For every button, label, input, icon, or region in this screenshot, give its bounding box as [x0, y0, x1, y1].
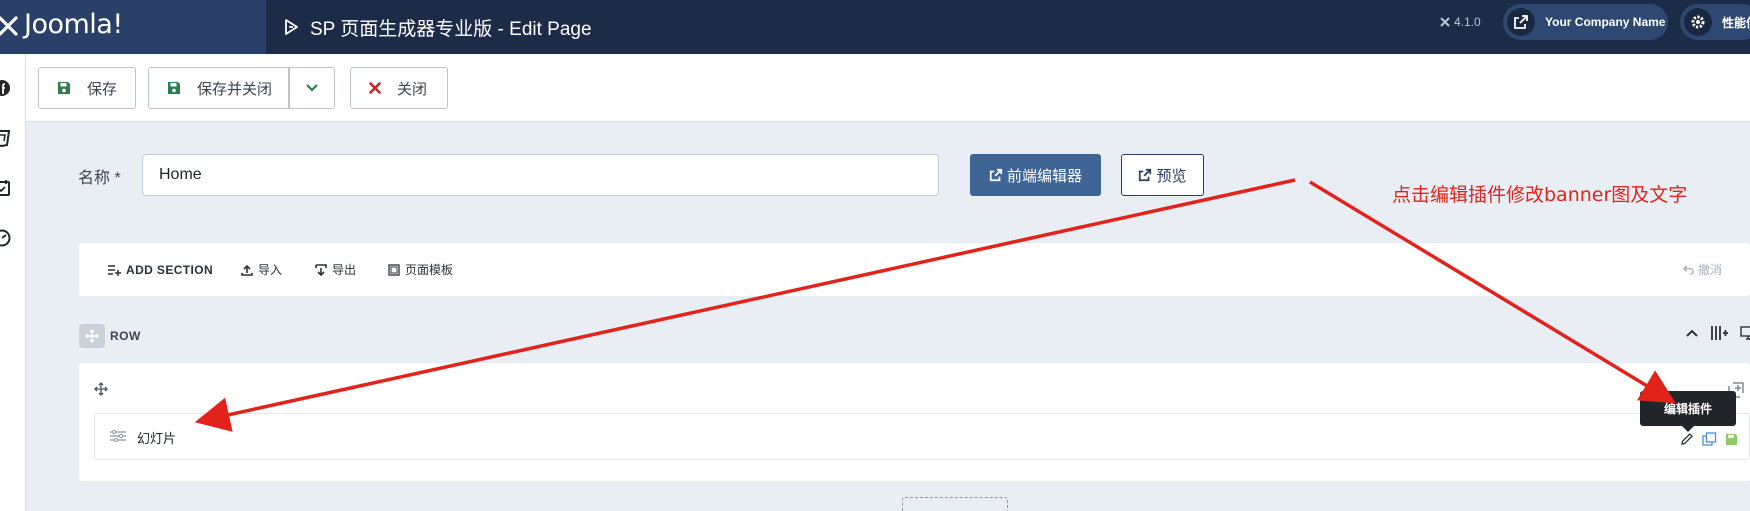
row-tools: [1686, 325, 1750, 341]
external-link-icon: [1139, 168, 1152, 182]
header-bar: Joomla! SP 页面生成器专业版 - Edit Page 4.1.0 Yo…: [0, 0, 1750, 54]
page-title: SP 页面生成器专业版 - Edit Page: [282, 0, 592, 54]
edit-pencil-icon[interactable]: [1680, 432, 1694, 446]
builder-toolbar: ADD SECTION 导入 导出 页面模板 撤消: [79, 243, 1750, 296]
edit-addon-tooltip: 编辑插件: [1640, 391, 1736, 432]
add-section-icon: [108, 264, 121, 276]
performance-label: 性能信: [1722, 15, 1750, 30]
calendar-check-icon[interactable]: [0, 178, 12, 198]
export-button[interactable]: 导出: [315, 243, 356, 296]
page-templates-button[interactable]: 页面模板: [388, 243, 453, 296]
duplicate-icon[interactable]: [1702, 432, 1717, 446]
undo-button[interactable]: 撤消: [1683, 243, 1722, 296]
performance-menu[interactable]: 性能信: [1680, 4, 1750, 40]
row-drag-handle[interactable]: [79, 324, 105, 348]
version-text: 4.1.0: [1454, 15, 1481, 29]
addon-actions: [1680, 432, 1738, 446]
save-close-label: 保存并关闭: [197, 80, 273, 98]
annotation-text: 点击编辑插件修改banner图及文字: [1392, 184, 1688, 206]
close-label: 关闭: [397, 80, 428, 98]
frontend-editor-label: 前端编辑器: [1006, 167, 1082, 185]
page-templates-label: 页面模板: [405, 263, 454, 277]
external-link-icon: [989, 168, 1003, 182]
external-link-icon: [1507, 8, 1535, 36]
joomla-logo-icon: [0, 16, 18, 36]
company-name: Your Company Name: [1545, 15, 1666, 29]
monitor-icon[interactable]: [1740, 326, 1750, 340]
gear-icon: [1684, 8, 1712, 36]
page-title-text: SP 页面生成器专业版 - Edit Page: [310, 18, 592, 40]
version-indicator: 4.1.0: [1440, 0, 1481, 44]
column-layout-icon[interactable]: [1710, 325, 1728, 341]
move-icon: [85, 329, 99, 343]
preview-label: 预览: [1156, 167, 1187, 185]
dashboard-icon[interactable]: [0, 228, 12, 248]
slider-icon: [110, 429, 126, 443]
save-options-dropdown[interactable]: [289, 67, 335, 109]
frontend-editor-button[interactable]: 前端编辑器: [970, 154, 1101, 196]
close-button[interactable]: 关闭: [350, 67, 448, 109]
play-icon: [285, 19, 298, 35]
name-label: 名称 *: [78, 170, 121, 187]
company-site-link[interactable]: Your Company Name: [1503, 4, 1668, 40]
toolbar: 保存 保存并关闭 关闭: [26, 54, 1750, 122]
joomla-small-icon: [1440, 17, 1450, 27]
save-label: 保存: [87, 80, 118, 98]
brand-area[interactable]: Joomla!: [0, 0, 266, 54]
column-move-icon[interactable]: [94, 382, 108, 396]
save-close-button[interactable]: 保存并关闭: [148, 67, 289, 109]
brand-name: Joomla!: [24, 9, 123, 40]
add-section-button[interactable]: ADD SECTION: [107, 243, 213, 296]
save-icon: [167, 81, 181, 95]
import-button[interactable]: 导入: [241, 243, 282, 296]
collapse-icon[interactable]: [1686, 329, 1698, 337]
close-icon: [369, 82, 381, 94]
sidebar: [0, 54, 26, 511]
download-icon: [315, 263, 327, 276]
import-label: 导入: [258, 263, 283, 277]
save-icon: [57, 81, 71, 95]
chevron-down-icon: [306, 84, 318, 92]
addon-item[interactable]: 幻灯片: [94, 413, 1750, 460]
export-label: 导出: [332, 263, 357, 277]
addon-name: 幻灯片: [137, 431, 177, 446]
row-label: ROW: [110, 329, 141, 343]
template-icon: [388, 263, 400, 276]
facebook-icon[interactable]: [0, 78, 12, 98]
preview-button[interactable]: 预览: [1121, 154, 1204, 196]
upload-icon: [241, 264, 253, 276]
undo-label: 撤消: [1698, 263, 1723, 277]
add-section-label: ADD SECTION: [126, 262, 214, 277]
css-icon[interactable]: [0, 128, 12, 148]
add-row-button[interactable]: [902, 497, 1008, 511]
save-addon-icon[interactable]: [1725, 433, 1738, 446]
save-button[interactable]: 保存: [38, 67, 136, 109]
undo-icon: [1683, 265, 1694, 275]
name-field[interactable]: [142, 154, 939, 196]
